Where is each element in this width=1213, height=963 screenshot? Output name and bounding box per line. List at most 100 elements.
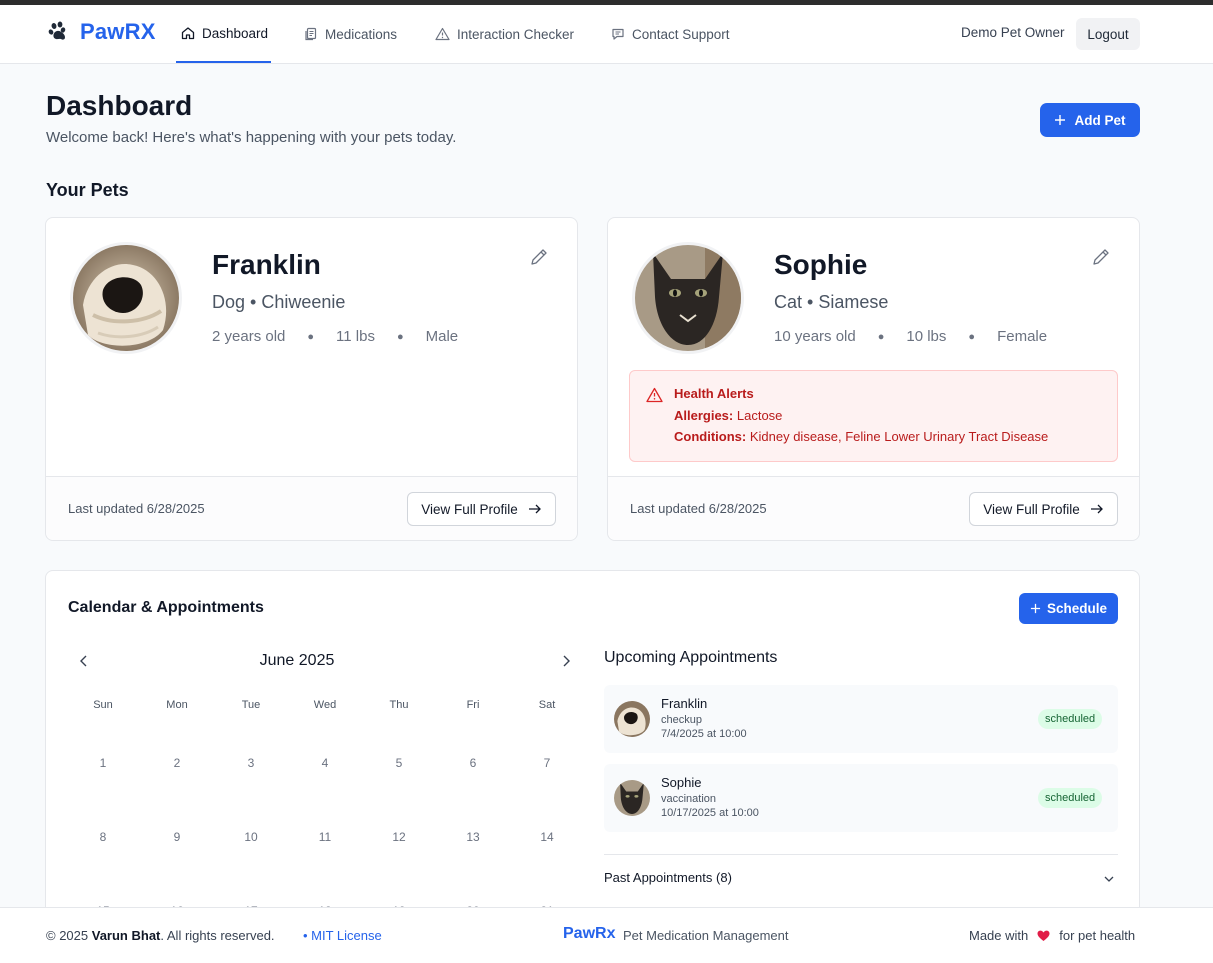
top-navbar: PawRX Dashboard Medications Interaction … bbox=[0, 5, 1213, 64]
pet-card-footer: Last updated 6/28/2025 View Full Profile bbox=[46, 476, 577, 540]
user-name: Demo Pet Owner bbox=[961, 25, 1065, 40]
past-appointments-toggle[interactable]: Past Appointments (8) bbox=[604, 854, 1118, 900]
made-with-prefix: Made with bbox=[969, 928, 1029, 943]
footer-brand: PawRx bbox=[563, 925, 616, 942]
calendar-day[interactable]: 8 bbox=[73, 830, 133, 844]
view-full-profile-button[interactable]: View Full Profile bbox=[407, 492, 556, 526]
separator-dot: ● bbox=[396, 330, 404, 343]
calendar-day[interactable]: 2 bbox=[147, 756, 207, 770]
pencil-icon[interactable] bbox=[529, 247, 549, 267]
pet-name: Sophie bbox=[774, 249, 868, 280]
weekday-label: Thu bbox=[389, 699, 409, 711]
appointment-pet-avatar bbox=[614, 701, 650, 737]
arrow-right-icon bbox=[1090, 504, 1103, 514]
view-full-profile-label: View Full Profile bbox=[983, 501, 1080, 517]
weekday-label: Sun bbox=[93, 699, 113, 711]
appointment-type: vaccination bbox=[661, 793, 717, 805]
page-footer: © 2025 Varun Bhat. All rights reserved. … bbox=[0, 907, 1213, 963]
pet-age: 2 years old bbox=[212, 328, 286, 345]
appointment-item[interactable]: Franklin checkup 7/4/2025 at 10:00 sched… bbox=[604, 685, 1118, 753]
calendar-day[interactable]: 11 bbox=[295, 830, 355, 844]
weekday-label: Fri bbox=[466, 699, 480, 711]
made-with-suffix: for pet health bbox=[1059, 928, 1136, 943]
documents-icon bbox=[305, 27, 317, 41]
cat-photo bbox=[614, 780, 650, 816]
conditions-value: Kidney disease, Feline Lower Urinary Tra… bbox=[749, 429, 1049, 444]
page-title: Dashboard bbox=[46, 90, 193, 121]
appointment-pet-avatar bbox=[614, 780, 650, 816]
brand-logo[interactable]: PawRX bbox=[48, 19, 156, 45]
appointment-time: 7/4/2025 at 10:00 bbox=[661, 728, 747, 740]
calendar-day[interactable]: 4 bbox=[295, 756, 355, 770]
calendar-day[interactable]: 6 bbox=[443, 756, 503, 770]
copyright-name: Varun Bhat bbox=[91, 928, 161, 943]
chevron-left-icon[interactable] bbox=[76, 653, 92, 669]
schedule-label: Schedule bbox=[1046, 601, 1108, 616]
nav-medications[interactable]: Medications bbox=[304, 5, 397, 63]
mit-license-link[interactable]: • MIT License bbox=[303, 928, 382, 943]
pet-breed: Cat • Siamese bbox=[774, 292, 889, 312]
pet-stats: 10 years old ● 10 lbs ● Female bbox=[774, 328, 1047, 345]
chevron-down-icon bbox=[1104, 876, 1114, 882]
your-pets-heading: Your Pets bbox=[46, 180, 129, 200]
dog-photo bbox=[73, 245, 179, 351]
calendar-day[interactable]: 9 bbox=[147, 830, 207, 844]
calendar-day[interactable]: 13 bbox=[443, 830, 503, 844]
plus-icon bbox=[1055, 115, 1066, 125]
nav-interaction-checker-label: Interaction Checker bbox=[457, 26, 575, 42]
calendar-day[interactable]: 3 bbox=[221, 756, 281, 770]
chat-icon bbox=[612, 28, 624, 40]
appointment-type: checkup bbox=[661, 714, 702, 726]
calendar-card: Calendar & Appointments Schedule June 20… bbox=[45, 570, 1140, 963]
pet-weight: 11 lbs bbox=[336, 328, 375, 345]
pet-stats: 2 years old ● 11 lbs ● Male bbox=[212, 328, 458, 345]
nav-contact-support-label: Contact Support bbox=[632, 26, 730, 42]
last-updated: Last updated 6/28/2025 bbox=[68, 501, 205, 516]
calendar-day[interactable]: 12 bbox=[369, 830, 429, 844]
nav-medications-label: Medications bbox=[325, 26, 398, 42]
pet-sex: Male bbox=[425, 328, 459, 345]
separator-dot: ● bbox=[877, 330, 885, 343]
add-pet-button[interactable]: Add Pet bbox=[1040, 103, 1140, 137]
pet-breed: Dog • Chiweenie bbox=[212, 292, 346, 312]
add-pet-label: Add Pet bbox=[1074, 112, 1126, 128]
health-alerts-title: Health Alerts bbox=[674, 386, 754, 401]
home-icon bbox=[181, 27, 195, 40]
status-badge: scheduled bbox=[1038, 788, 1103, 808]
pencil-icon[interactable] bbox=[1091, 247, 1111, 267]
pet-age: 10 years old bbox=[774, 328, 856, 345]
calendar-day[interactable]: 1 bbox=[73, 756, 133, 770]
dog-photo bbox=[614, 701, 650, 737]
schedule-button[interactable]: Schedule bbox=[1019, 593, 1118, 624]
nav-contact-support[interactable]: Contact Support bbox=[611, 5, 730, 63]
footer-tagline: Pet Medication Management bbox=[623, 928, 789, 943]
heart-icon bbox=[1037, 930, 1050, 941]
pet-name: Franklin bbox=[212, 249, 321, 280]
logout-button[interactable]: Logout bbox=[1076, 18, 1140, 50]
brand-name: PawRX bbox=[80, 19, 156, 44]
pet-card-franklin: Franklin Dog • Chiweenie 2 years old ● 1… bbox=[45, 217, 578, 541]
allergies-value: Lactose bbox=[736, 408, 783, 423]
pet-avatar-franklin bbox=[70, 242, 182, 354]
appointment-item[interactable]: Sophie vaccination 10/17/2025 at 10:00 s… bbox=[604, 764, 1118, 832]
pet-avatar-sophie bbox=[632, 242, 744, 354]
nav-interaction-checker[interactable]: Interaction Checker bbox=[435, 5, 574, 63]
weekday-label: Mon bbox=[166, 699, 188, 711]
nav-dashboard[interactable]: Dashboard bbox=[176, 5, 271, 63]
appointment-pet-name: Sophie bbox=[661, 775, 702, 790]
chevron-right-icon[interactable] bbox=[558, 653, 574, 669]
paw-icon bbox=[48, 21, 66, 40]
calendar-month: June 2025 bbox=[259, 652, 335, 669]
calendar-day[interactable]: 10 bbox=[221, 830, 281, 844]
calendar-day[interactable]: 7 bbox=[517, 756, 577, 770]
view-full-profile-button[interactable]: View Full Profile bbox=[969, 492, 1118, 526]
copyright-text: © 2025 Varun Bhat. All rights reserved. bbox=[46, 928, 275, 943]
calendar-title: Calendar & Appointments bbox=[68, 599, 264, 616]
conditions-line: Conditions: Kidney disease, Feline Lower… bbox=[674, 429, 1048, 444]
view-full-profile-label: View Full Profile bbox=[421, 501, 518, 517]
past-appointments-label: Past Appointments (8) bbox=[604, 870, 732, 885]
pet-weight: 10 lbs bbox=[906, 328, 947, 345]
calendar-day[interactable]: 5 bbox=[369, 756, 429, 770]
made-with-love: Made with for pet health bbox=[969, 928, 1135, 943]
calendar-day[interactable]: 14 bbox=[517, 830, 577, 844]
